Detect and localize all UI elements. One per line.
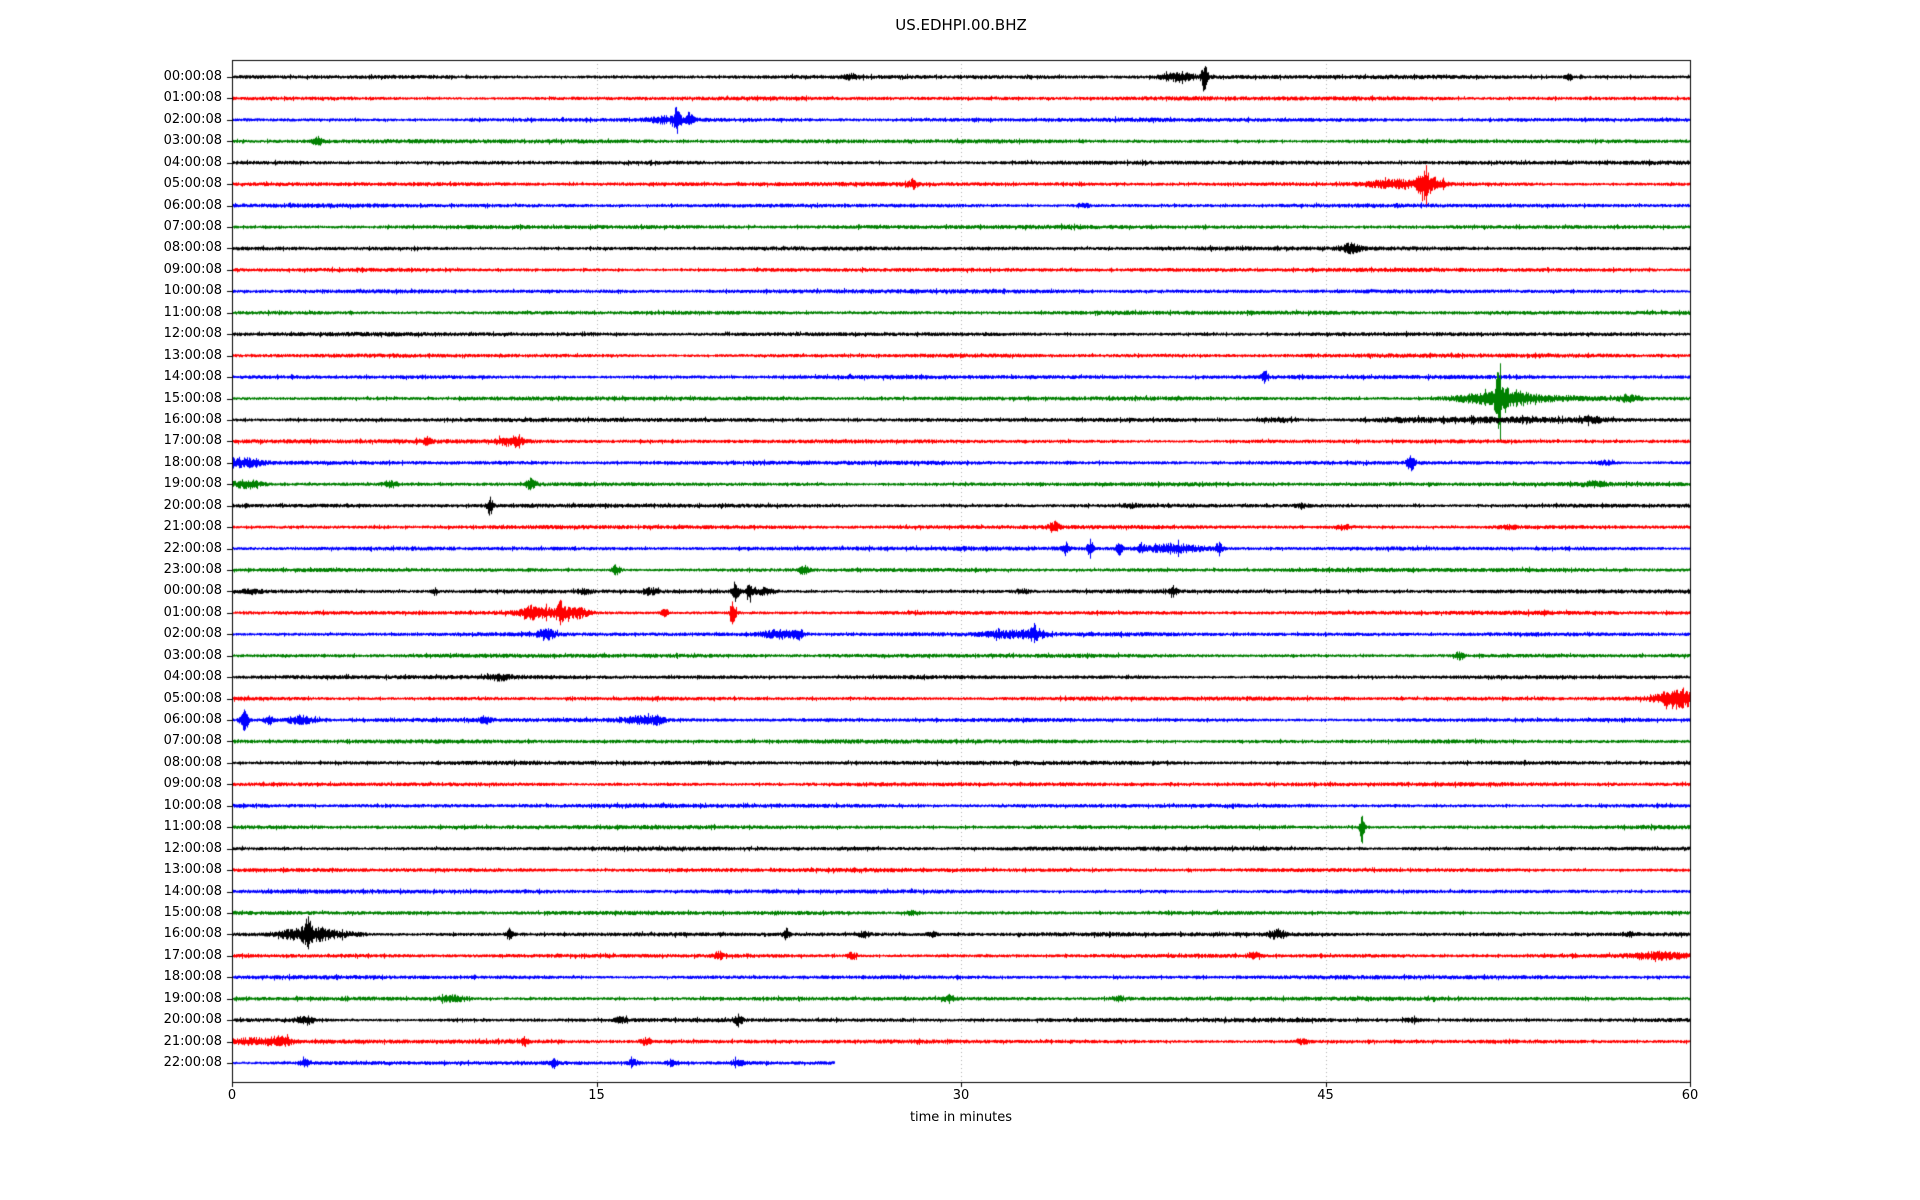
trace-time-label: 15:00:08 [163, 390, 222, 406]
trace-time-label: 05:00:08 [163, 176, 222, 192]
x-tick-label: 45 [1317, 1088, 1334, 1103]
trace-time-label: 20:00:08 [163, 497, 222, 513]
trace-time-label: 11:00:08 [163, 304, 222, 320]
trace-time-label: 08:00:08 [163, 754, 222, 770]
trace-time-label: 07:00:08 [163, 733, 222, 749]
seismogram-page: US.EDHPI.00.BHZ time in minutes 00:00:08… [0, 0, 1920, 1200]
trace-time-label: 15:00:08 [163, 904, 222, 920]
trace-time-label: 04:00:08 [163, 669, 222, 685]
trace-time-label: 13:00:08 [163, 862, 222, 878]
trace-time-label: 21:00:08 [163, 1033, 222, 1049]
trace-time-label: 14:00:08 [163, 883, 222, 899]
trace-time-label: 12:00:08 [163, 840, 222, 856]
trace-time-label: 17:00:08 [163, 947, 222, 963]
x-tick-label: 30 [952, 1088, 970, 1103]
trace-time-label: 00:00:08 [163, 69, 222, 84]
trace-time-label: 10:00:08 [163, 797, 222, 813]
trace-time-label: 06:00:08 [163, 197, 222, 213]
x-tick-label: 60 [1681, 1088, 1699, 1103]
trace-time-label: 01:00:08 [163, 604, 222, 620]
trace-time-label: 06:00:08 [163, 712, 222, 728]
trace-time-label: 03:00:08 [163, 647, 222, 663]
trace-time-label: 04:00:08 [163, 154, 222, 170]
trace-time-label: 21:00:08 [163, 519, 222, 535]
trace-time-label: 13:00:08 [163, 347, 222, 363]
trace-time-label: 12:00:08 [163, 326, 222, 342]
trace-time-label: 03:00:08 [163, 133, 222, 149]
trace-time-label: 23:00:08 [163, 562, 222, 577]
trace-time-label: 11:00:08 [163, 819, 222, 835]
trace-time-label: 17:00:08 [163, 433, 222, 449]
trace-time-label: 09:00:08 [163, 261, 222, 277]
x-tick-label: 15 [588, 1088, 605, 1103]
trace-time-label: 07:00:08 [163, 219, 222, 235]
trace-time-label: 22:00:08 [163, 1055, 222, 1070]
trace-time-label: 19:00:08 [163, 476, 222, 492]
trace-time-label: 01:00:08 [163, 90, 222, 106]
trace-time-label: 14:00:08 [163, 369, 222, 385]
trace-time-label: 16:00:08 [163, 411, 222, 427]
trace-time-label: 08:00:08 [163, 240, 222, 256]
trace-time-label: 02:00:08 [163, 626, 222, 642]
trace-time-label: 18:00:08 [163, 454, 222, 470]
trace-time-label: 20:00:08 [163, 1012, 222, 1028]
seismogram-canvas [0, 0, 1920, 1200]
trace-time-label: 02:00:08 [163, 111, 222, 127]
plot-title: US.EDHPI.00.BHZ [895, 16, 1027, 34]
trace-time-label: 22:00:08 [163, 540, 222, 556]
trace-time-label: 00:00:08 [163, 583, 222, 599]
trace-time-label: 19:00:08 [163, 990, 222, 1006]
trace-time-label: 09:00:08 [163, 776, 222, 792]
x-tick-label: 0 [227, 1088, 237, 1103]
trace-time-label: 16:00:08 [163, 926, 222, 942]
trace-time-label: 05:00:08 [163, 690, 222, 706]
trace-time-label: 18:00:08 [163, 969, 222, 985]
trace-time-label: 10:00:08 [163, 283, 222, 299]
x-axis-label: time in minutes [909, 1110, 1013, 1125]
